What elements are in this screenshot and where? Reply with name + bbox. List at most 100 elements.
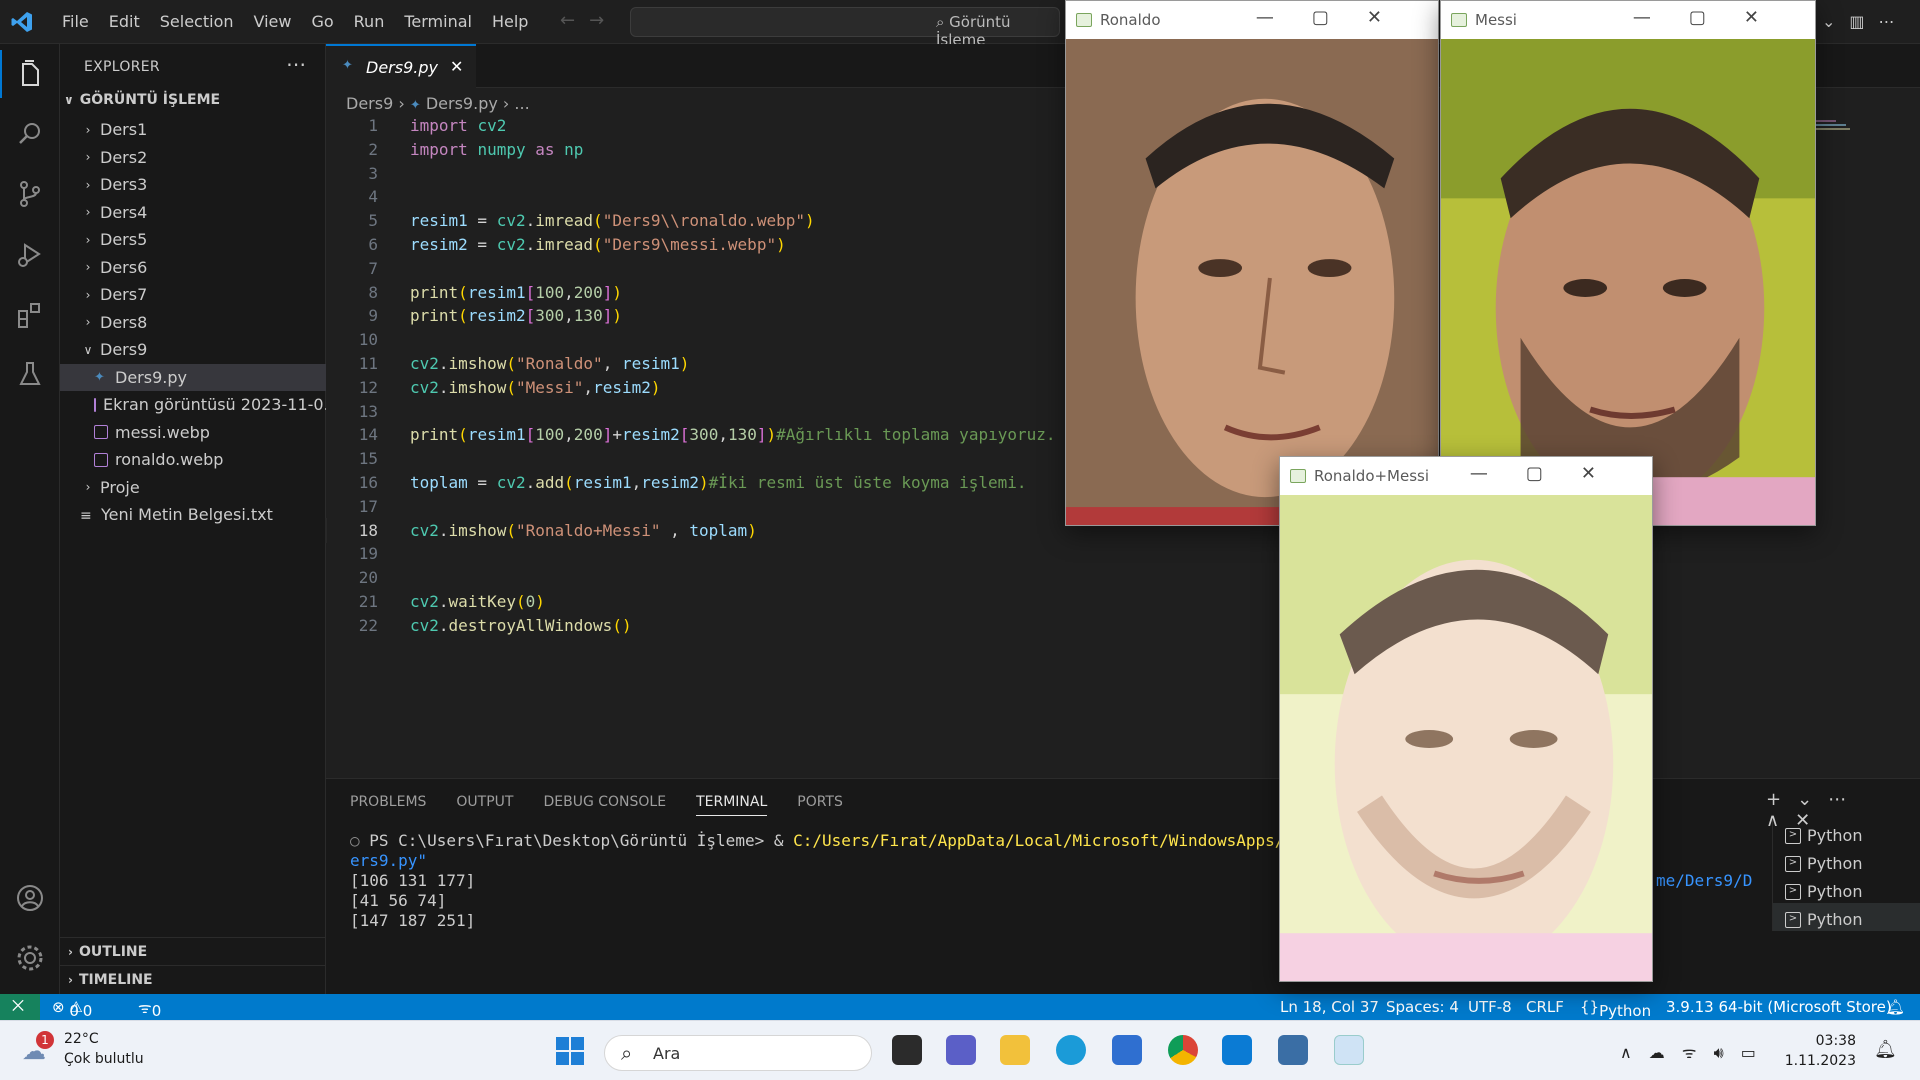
tab-debug-console[interactable]: DEBUG CONSOLE (543, 794, 666, 816)
terminal-item[interactable]: > Python (1773, 875, 1920, 903)
system-tray[interactable]: ∧ ☁ ᯤ 🔊︎ ▭ (1620, 1041, 1762, 1063)
window-controls[interactable]: —▢✕ (1256, 7, 1420, 28)
tree-item-label: Ders8 (100, 312, 148, 332)
sum-window[interactable]: Ronaldo+Messi —▢✕ (1279, 456, 1653, 982)
workspace-section[interactable]: ∨ GÖRÜNTÜ İŞLEME (64, 92, 220, 108)
time: 03:38 (1815, 1033, 1856, 1049)
tab-ports[interactable]: PORTS (797, 794, 843, 816)
tree-item-messi[interactable]: messi.webp (60, 419, 326, 447)
language-mode[interactable]: {} Python (1580, 998, 1651, 1020)
problems-indicator[interactable]: ⊗ 0 ⚠ 0 (52, 998, 92, 1020)
tree-item-ders7[interactable]: › Ders7 (60, 281, 326, 309)
breadcrumb-symbol[interactable]: ... (514, 94, 529, 113)
indentation[interactable]: Spaces: 4 (1386, 998, 1459, 1016)
minimap[interactable] (1816, 118, 1876, 158)
window-titlebar[interactable]: Ronaldo —▢✕ (1066, 1, 1438, 39)
start-icon[interactable] (556, 1037, 584, 1065)
taskbar-search[interactable]: ⌕ Ara (604, 1035, 872, 1071)
extensions-icon[interactable] (14, 298, 46, 330)
menu-edit[interactable]: Edit (99, 12, 150, 31)
tree-item-txt[interactable]: ≡ Yeni Metin Belgesi.txt (60, 501, 326, 529)
window-controls[interactable]: —▢✕ (1633, 7, 1797, 28)
tree-item-ronaldo[interactable]: ronaldo.webp (60, 446, 326, 474)
python-file-icon: ✦ (409, 98, 421, 113)
menu-help[interactable]: Help (482, 12, 538, 31)
menu-selection[interactable]: Selection (150, 12, 244, 31)
gear-icon[interactable] (14, 942, 46, 974)
taskbar: ☁︎ 1 22°C Çok bulutlu ⌕ Ara ∧ ☁ ᯤ 🔊︎ ▭ 0… (0, 1020, 1920, 1080)
tree-item-ders9-py[interactable]: ✦ Ders9.py (60, 363, 326, 391)
explorer-icon[interactable] (14, 58, 46, 90)
chrome-icon[interactable] (1168, 1035, 1198, 1065)
close-icon[interactable]: ✕ (450, 57, 463, 76)
remote-indicator[interactable]: ⨉ (0, 994, 40, 1020)
tab-output[interactable]: OUTPUT (456, 794, 513, 816)
terminal-item[interactable]: > Python (1773, 847, 1920, 875)
notifications-icon[interactable]: 🔔︎ (1874, 1039, 1897, 1060)
ports-count: 0 (151, 1002, 162, 1020)
clock[interactable]: 03:38 1.11.2023 (1780, 1031, 1856, 1071)
tree-item-ders9[interactable]: ∨ Ders9 (60, 336, 326, 364)
tree-item-label: Ders6 (100, 257, 148, 277)
window-titlebar[interactable]: Messi —▢✕ (1441, 1, 1815, 39)
chevron-right-icon: › (85, 205, 91, 220)
menu-run[interactable]: Run (344, 12, 395, 31)
tab-problems[interactable]: PROBLEMS (350, 794, 426, 816)
tree-item-label: Ders4 (100, 202, 148, 222)
nav-arrows[interactable]: ←→ (560, 10, 618, 31)
tree-item-ders6[interactable]: › Ders6 (60, 254, 326, 282)
window-titlebar[interactable]: Ronaldo+Messi —▢✕ (1280, 457, 1652, 495)
terminal-item-active[interactable]: > Python (1773, 903, 1920, 931)
account-icon[interactable] (14, 882, 46, 914)
tree-item-ders8[interactable]: › Ders8 (60, 309, 326, 337)
ports-indicator[interactable]: ᯤ 0 (138, 998, 161, 1020)
terminal-item[interactable]: > Python (1773, 819, 1920, 847)
terminal-output[interactable]: ○ PS C:\Users\Fırat\Desktop\Görüntü İşle… (350, 831, 1361, 931)
outline-section[interactable]: › OUTLINE (60, 937, 326, 964)
task-view-icon[interactable] (892, 1035, 922, 1065)
tree-item-ders5[interactable]: › Ders5 (60, 226, 326, 254)
run-debug-icon[interactable] (14, 238, 46, 270)
cursor-position[interactable]: Ln 18, Col 37 (1280, 998, 1379, 1016)
ronaldo-window[interactable]: Ronaldo —▢✕ (1065, 0, 1439, 526)
more-actions-icon[interactable]: ⋯ (286, 52, 306, 76)
tab-terminal[interactable]: TERMINAL (696, 794, 768, 816)
menu-terminal[interactable]: Terminal (394, 12, 482, 31)
tab-ders9-py[interactable]: ✦ Ders9.py ✕ (326, 44, 476, 88)
tree-item-proje[interactable]: › Proje (60, 474, 326, 502)
terminal-prompt: PS C:\Users\Fırat\Desktop\Görüntü İşleme… (369, 831, 794, 850)
window-controls[interactable]: —▢✕ (1470, 463, 1634, 484)
breadcrumb-file[interactable]: Ders9.py (426, 94, 498, 113)
encoding[interactable]: UTF-8 (1468, 998, 1512, 1016)
snipping-tool-icon[interactable] (1334, 1035, 1364, 1065)
tree-item-ders1[interactable]: › Ders1 (60, 116, 326, 144)
testing-icon[interactable] (14, 358, 46, 390)
source-control-icon[interactable] (14, 178, 46, 210)
tree-item-label: ronaldo.webp (115, 450, 224, 470)
breadcrumb-folder[interactable]: Ders9 (346, 94, 393, 113)
edge-icon[interactable] (1056, 1035, 1086, 1065)
vscode-icon[interactable] (1222, 1035, 1252, 1065)
editor-layout-icons[interactable]: ⌄▥⋯ (1822, 12, 1909, 31)
bell-icon[interactable]: 🔔︎ (1886, 998, 1905, 1016)
python-icon[interactable] (1278, 1035, 1308, 1065)
file-explorer-icon[interactable] (1000, 1035, 1030, 1065)
tree-item-screenshot[interactable]: Ekran görüntüsü 2023-11-0... (60, 391, 326, 419)
tree-item-ders3[interactable]: › Ders3 (60, 171, 326, 199)
outline-title: OUTLINE (78, 944, 148, 960)
line-endings[interactable]: CRLF (1526, 998, 1564, 1016)
window-title: Ronaldo (1100, 11, 1161, 29)
menu-go[interactable]: Go (301, 12, 343, 31)
python-interpreter[interactable]: 3.9.13 64-bit (Microsoft Store) (1666, 998, 1892, 1016)
menu-file[interactable]: File (52, 12, 99, 31)
search-icon[interactable] (14, 118, 46, 150)
menu-view[interactable]: View (244, 12, 302, 31)
timeline-section[interactable]: › TIMELINE (60, 965, 326, 992)
chat-icon[interactable] (946, 1035, 976, 1065)
command-center[interactable]: ⌕ Görüntü İşleme (630, 7, 1060, 49)
messi-window[interactable]: Messi —▢✕ (1440, 0, 1816, 526)
search-icon: ⌕ (621, 1041, 633, 1065)
store-icon[interactable] (1112, 1035, 1142, 1065)
tree-item-ders4[interactable]: › Ders4 (60, 199, 326, 227)
tree-item-ders2[interactable]: › Ders2 (60, 144, 326, 172)
